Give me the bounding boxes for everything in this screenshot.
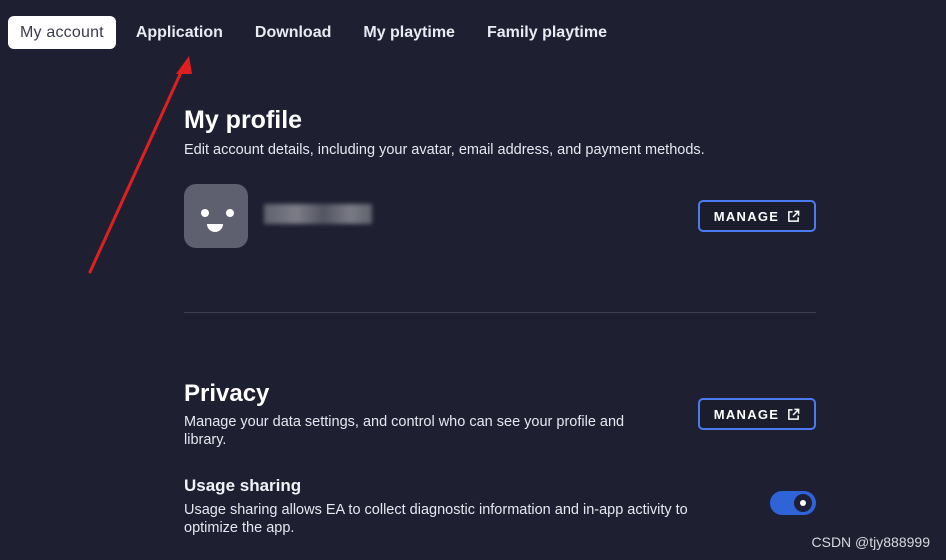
privacy-manage-button[interactable]: MANAGE [698, 398, 816, 430]
avatar-mouth [207, 224, 223, 232]
tab-family-playtime[interactable]: Family playtime [475, 16, 619, 49]
privacy-manage-label: MANAGE [713, 406, 780, 422]
top-tab-bar: My account Application Download My playt… [8, 16, 627, 49]
profile-title: My profile [184, 106, 303, 134]
watermark: CSDN @tjy888999 [811, 534, 931, 550]
external-link-icon [788, 408, 800, 420]
avatar-right-eye [226, 209, 234, 217]
tab-my-account[interactable]: My account [8, 16, 116, 49]
privacy-description: Manage your data settings, and control w… [184, 414, 625, 448]
profile-manage-label: MANAGE [713, 208, 780, 224]
profile-manage-button[interactable]: MANAGE [698, 200, 816, 232]
blurred-username [264, 204, 372, 224]
privacy-title: Privacy [184, 380, 270, 407]
smiley-face-icon [184, 184, 248, 248]
usage-sharing-toggle[interactable] [770, 491, 816, 515]
tab-my-playtime[interactable]: My playtime [351, 16, 467, 49]
tab-application[interactable]: Application [124, 16, 235, 49]
avatar-left-eye [201, 209, 209, 217]
usage-sharing-description: Usage sharing allows EA to collect diagn… [184, 502, 688, 536]
profile-description: Edit account details, including your ava… [184, 142, 705, 158]
external-link-icon [788, 210, 800, 222]
red-arrow-icon [88, 56, 192, 274]
toggle-knob [794, 494, 812, 512]
section-divider [184, 312, 816, 313]
tab-download[interactable]: Download [243, 16, 343, 49]
usage-sharing-title: Usage sharing [184, 476, 302, 495]
